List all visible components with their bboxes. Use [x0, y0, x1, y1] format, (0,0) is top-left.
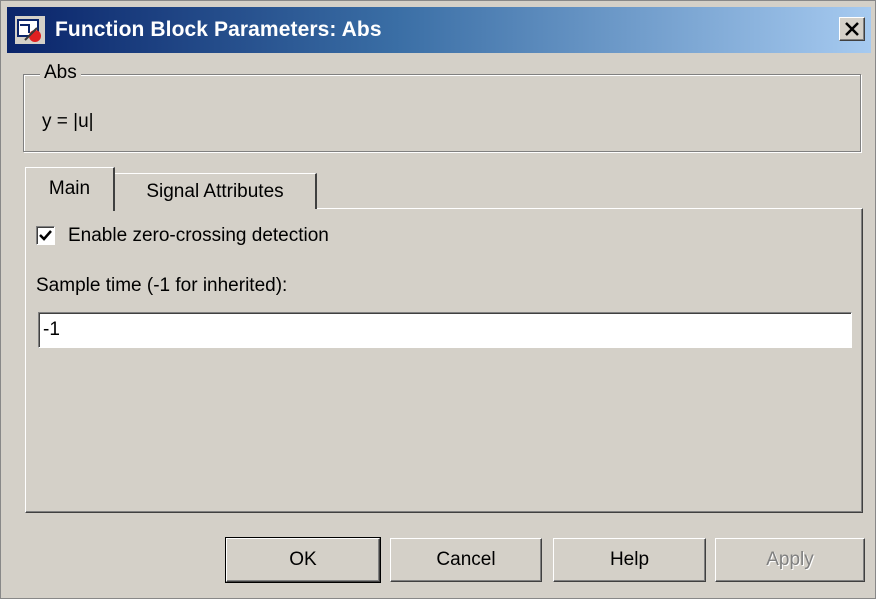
sample-time-label: Sample time (-1 for inherited): — [36, 275, 288, 296]
close-button[interactable] — [839, 17, 865, 41]
close-x-icon — [845, 22, 859, 36]
zero-crossing-label[interactable]: Enable zero-crossing detection — [68, 225, 329, 247]
checkmark-icon — [39, 230, 52, 241]
dialog-window: Function Block Parameters: Abs Abs y = |… — [0, 0, 876, 599]
apply-button[interactable]: Apply — [715, 538, 865, 582]
group-legend: Abs — [40, 62, 81, 84]
simulink-block-icon — [15, 16, 45, 44]
ok-button[interactable]: OK — [225, 537, 381, 583]
sample-time-input[interactable] — [38, 312, 852, 348]
block-description: y = |u| — [42, 111, 94, 132]
help-button[interactable]: Help — [553, 538, 706, 582]
window-title: Function Block Parameters: Abs — [55, 18, 382, 41]
block-description-group: Abs y = |u| — [23, 62, 861, 152]
main-tab-panel: Enable zero-crossing detection Sample ti… — [25, 208, 863, 513]
cancel-button[interactable]: Cancel — [390, 538, 542, 582]
zero-crossing-checkbox[interactable] — [36, 226, 55, 245]
title-bar[interactable]: Function Block Parameters: Abs — [7, 7, 871, 53]
tab-signal-attributes[interactable]: Signal Attributes — [115, 173, 317, 209]
tab-main[interactable]: Main — [25, 167, 115, 211]
